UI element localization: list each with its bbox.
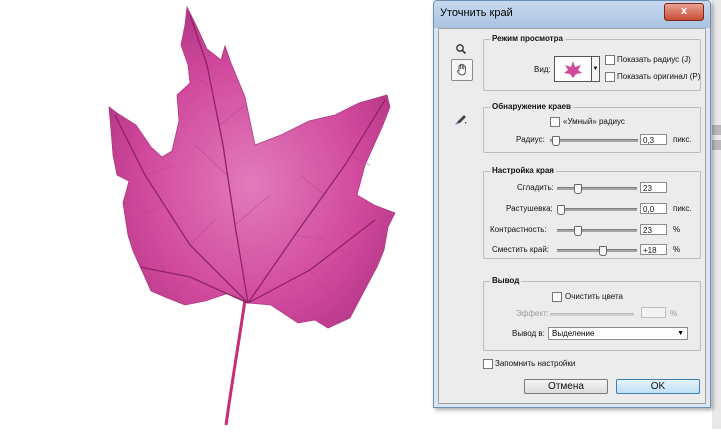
shift-edge-label: Сместить край: (492, 245, 550, 254)
contrast-input[interactable]: 23 (640, 224, 667, 235)
cancel-button[interactable]: Отмена (524, 379, 608, 394)
feather-slider[interactable] (557, 205, 637, 215)
view-mode-title: Режим просмотра (490, 34, 565, 43)
edge-detection-title: Обнаружение краев (490, 102, 573, 111)
remember-settings-checkbox[interactable] (483, 359, 493, 369)
smooth-slider[interactable] (557, 184, 637, 194)
dialog-titlebar[interactable]: Уточнить край x (434, 1, 710, 28)
effect-unit: % (670, 309, 678, 318)
close-icon: x (680, 5, 688, 17)
shift-edge-input[interactable]: +18 (640, 244, 667, 255)
output-title: Вывод (490, 276, 522, 285)
effect-slider[interactable] (550, 313, 634, 316)
output-to-value: Выделение (552, 329, 595, 338)
feather-unit: пикс. (673, 204, 692, 213)
shift-edge-slider[interactable] (557, 246, 637, 256)
view-dropdown-arrow[interactable]: ▼ (591, 56, 600, 82)
smooth-input[interactable]: 23 (640, 182, 667, 193)
effect-label: Эффект: (516, 309, 549, 318)
feather-slider-handle[interactable] (557, 205, 565, 215)
edge-detection-group: Обнаружение краев «Умный» радиус Радиус:… (483, 102, 701, 153)
smart-radius-label: «Умный» радиус (563, 117, 625, 126)
show-original-label: Показать оригинал (P) (617, 72, 701, 81)
contrast-slider-handle[interactable] (574, 226, 582, 236)
dialog-body: Режим просмотра Вид: ▼ Показать радиус (… (438, 28, 706, 404)
smooth-label: Сгладить: (517, 183, 554, 192)
show-radius-label: Показать радиус (J) (617, 55, 691, 64)
refine-brush-tool[interactable] (451, 109, 471, 129)
hand-tool[interactable] (451, 59, 473, 81)
dialog-title: Уточнить край (440, 7, 513, 19)
smart-radius-checkbox[interactable] (550, 117, 560, 127)
radius-label: Радиус: (516, 135, 545, 144)
effect-input[interactable] (641, 307, 666, 318)
smooth-slider-handle[interactable] (574, 184, 582, 194)
feather-label: Растушевка: (506, 204, 553, 213)
radius-slider[interactable] (550, 136, 638, 146)
leaf-thumbnail-icon (564, 61, 582, 78)
refine-edge-dialog: Уточнить край x Режим просмотра Вид: ▼ П… (433, 0, 711, 408)
dropdown-arrow-icon: ▼ (677, 330, 684, 337)
remember-settings-label: Запомнить настройки (495, 359, 576, 368)
contrast-label: Контрастность: (490, 225, 547, 234)
output-to-label: Вывод в: (512, 329, 545, 338)
shift-edge-slider-handle[interactable] (599, 246, 607, 256)
view-preview-thumbnail[interactable] (554, 56, 592, 82)
output-to-select[interactable]: Выделение ▼ (548, 327, 688, 340)
radius-unit: пикс. (673, 135, 692, 144)
adjust-edge-title: Настройка края (490, 166, 556, 175)
output-group: Вывод Очистить цвета Эффект: % Вывод в: … (483, 276, 701, 351)
view-label: Вид: (534, 65, 551, 74)
ok-button[interactable]: OK (616, 379, 700, 394)
dropdown-arrow-icon: ▼ (592, 66, 599, 72)
zoom-tool[interactable] (451, 39, 471, 59)
decontaminate-label: Очистить цвета (565, 292, 623, 301)
panel-scroll-strip (712, 0, 721, 429)
leaf-image (95, 5, 415, 429)
show-radius-checkbox[interactable] (605, 55, 615, 65)
decontaminate-checkbox[interactable] (552, 292, 562, 302)
zoom-icon (456, 44, 467, 55)
view-mode-group: Режим просмотра Вид: ▼ Показать радиус (… (483, 34, 701, 91)
contrast-unit: % (673, 225, 681, 234)
radius-slider-handle[interactable] (552, 136, 560, 146)
adjust-edge-group: Настройка края Сгладить: 23 Растушевка: … (483, 166, 701, 259)
close-button[interactable]: x (664, 3, 704, 21)
shift-edge-unit: % (673, 245, 681, 254)
refine-brush-icon (455, 115, 467, 125)
radius-input[interactable]: 0,3 (640, 134, 667, 145)
feather-input[interactable]: 0,0 (640, 203, 667, 214)
hand-icon (457, 63, 466, 76)
show-original-checkbox[interactable] (605, 72, 615, 82)
contrast-slider[interactable] (557, 226, 637, 236)
